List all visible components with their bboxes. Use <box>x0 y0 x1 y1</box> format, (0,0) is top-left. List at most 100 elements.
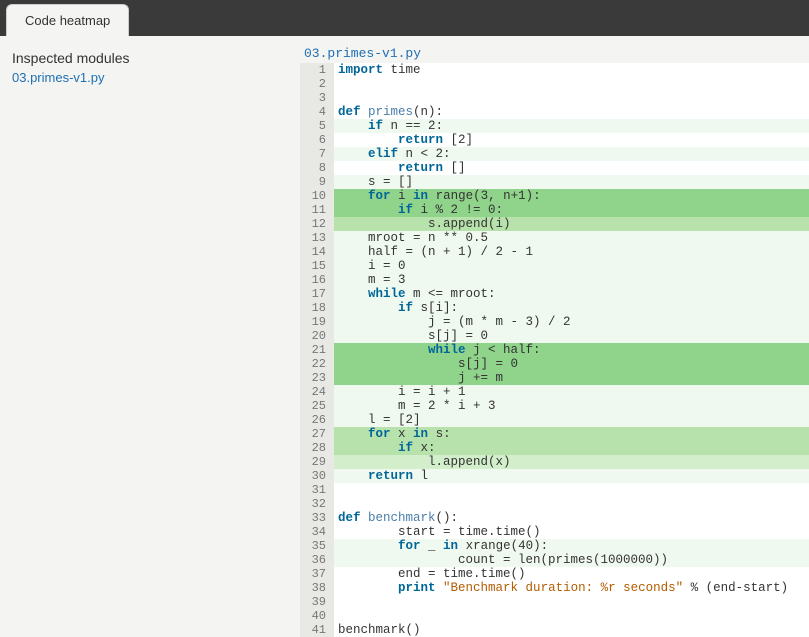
code-content: end = time.time() <box>334 567 809 581</box>
line-number: 40 <box>300 609 334 623</box>
code-line[interactable]: 32 <box>300 497 809 511</box>
code-line[interactable]: 35 for _ in xrange(40): <box>300 539 809 553</box>
code-line[interactable]: 31 <box>300 483 809 497</box>
line-number: 20 <box>300 329 334 343</box>
code-content: def benchmark(): <box>334 511 809 525</box>
line-number: 28 <box>300 441 334 455</box>
code-line[interactable]: 10 for i in range(3, n+1): <box>300 189 809 203</box>
code-content: benchmark() <box>334 623 809 637</box>
module-link[interactable]: 03.primes-v1.py <box>12 70 288 85</box>
line-number: 17 <box>300 287 334 301</box>
code-content: if x: <box>334 441 809 455</box>
line-number: 27 <box>300 427 334 441</box>
line-number: 5 <box>300 119 334 133</box>
code-line[interactable]: 30 return l <box>300 469 809 483</box>
code-line[interactable]: 18 if s[i]: <box>300 301 809 315</box>
code-line[interactable]: 17 while m <= mroot: <box>300 287 809 301</box>
code-content: if i % 2 != 0: <box>334 203 809 217</box>
code-line[interactable]: 40 <box>300 609 809 623</box>
code-line[interactable]: 28 if x: <box>300 441 809 455</box>
code-line[interactable]: 29 l.append(x) <box>300 455 809 469</box>
code-line[interactable]: 12 s.append(i) <box>300 217 809 231</box>
code-line[interactable]: 23 j += m <box>300 371 809 385</box>
code-line[interactable]: 8 return [] <box>300 161 809 175</box>
code-content: j = (m * m - 3) / 2 <box>334 315 809 329</box>
code-line[interactable]: 9 s = [] <box>300 175 809 189</box>
code-line[interactable]: 13 mroot = n ** 0.5 <box>300 231 809 245</box>
code-line[interactable]: 7 elif n < 2: <box>300 147 809 161</box>
line-number: 15 <box>300 259 334 273</box>
code-content: if s[i]: <box>334 301 809 315</box>
code-content: l = [2] <box>334 413 809 427</box>
code-line[interactable]: 11 if i % 2 != 0: <box>300 203 809 217</box>
line-number: 9 <box>300 175 334 189</box>
code-line[interactable]: 6 return [2] <box>300 133 809 147</box>
code-line[interactable]: 2 <box>300 77 809 91</box>
line-number: 18 <box>300 301 334 315</box>
line-number: 37 <box>300 567 334 581</box>
code-content <box>334 609 809 623</box>
line-number: 29 <box>300 455 334 469</box>
file-title[interactable]: 03.primes-v1.py <box>300 46 809 61</box>
line-number: 33 <box>300 511 334 525</box>
code-content: for x in s: <box>334 427 809 441</box>
code-line[interactable]: 22 s[j] = 0 <box>300 357 809 371</box>
code-line[interactable]: 34 start = time.time() <box>300 525 809 539</box>
code-line[interactable]: 1import time <box>300 63 809 77</box>
line-number: 26 <box>300 413 334 427</box>
code-content: m = 3 <box>334 273 809 287</box>
line-number: 4 <box>300 105 334 119</box>
line-number: 2 <box>300 77 334 91</box>
code-line[interactable]: 33def benchmark(): <box>300 511 809 525</box>
code-line[interactable]: 19 j = (m * m - 3) / 2 <box>300 315 809 329</box>
code-content: return [] <box>334 161 809 175</box>
code-content: half = (n + 1) / 2 - 1 <box>334 245 809 259</box>
line-number: 41 <box>300 623 334 637</box>
code-line[interactable]: 15 i = 0 <box>300 259 809 273</box>
line-number: 13 <box>300 231 334 245</box>
code-line[interactable]: 27 for x in s: <box>300 427 809 441</box>
top-bar: Code heatmap <box>0 0 809 36</box>
line-number: 12 <box>300 217 334 231</box>
code-line[interactable]: 41benchmark() <box>300 623 809 637</box>
line-number: 35 <box>300 539 334 553</box>
line-number: 3 <box>300 91 334 105</box>
code-content: print "Benchmark duration: %r seconds" %… <box>334 581 809 595</box>
sidebar-title: Inspected modules <box>12 50 288 66</box>
code-table: 1import time2 3 4def primes(n):5 if n ==… <box>300 63 809 637</box>
code-line[interactable]: 39 <box>300 595 809 609</box>
code-content: import time <box>334 63 809 77</box>
code-line[interactable]: 5 if n == 2: <box>300 119 809 133</box>
code-content: s.append(i) <box>334 217 809 231</box>
line-number: 21 <box>300 343 334 357</box>
code-content: for i in range(3, n+1): <box>334 189 809 203</box>
code-content: elif n < 2: <box>334 147 809 161</box>
code-content: j += m <box>334 371 809 385</box>
line-number: 34 <box>300 525 334 539</box>
code-line[interactable]: 37 end = time.time() <box>300 567 809 581</box>
line-number: 25 <box>300 399 334 413</box>
code-line[interactable]: 24 i = i + 1 <box>300 385 809 399</box>
line-number: 30 <box>300 469 334 483</box>
code-line[interactable]: 38 print "Benchmark duration: %r seconds… <box>300 581 809 595</box>
tab-code-heatmap[interactable]: Code heatmap <box>6 4 129 36</box>
line-number: 22 <box>300 357 334 371</box>
code-line[interactable]: 16 m = 3 <box>300 273 809 287</box>
line-number: 23 <box>300 371 334 385</box>
code-line[interactable]: 25 m = 2 * i + 3 <box>300 399 809 413</box>
code-line[interactable]: 36 count = len(primes(1000000)) <box>300 553 809 567</box>
code-line[interactable]: 26 l = [2] <box>300 413 809 427</box>
code-content: count = len(primes(1000000)) <box>334 553 809 567</box>
code-line[interactable]: 3 <box>300 91 809 105</box>
code-line[interactable]: 20 s[j] = 0 <box>300 329 809 343</box>
code-content: for _ in xrange(40): <box>334 539 809 553</box>
code-content: s[j] = 0 <box>334 329 809 343</box>
line-number: 19 <box>300 315 334 329</box>
sidebar: Inspected modules 03.primes-v1.py <box>0 36 300 633</box>
code-line[interactable]: 4def primes(n): <box>300 105 809 119</box>
code-content <box>334 77 809 91</box>
code-line[interactable]: 21 while j < half: <box>300 343 809 357</box>
code-content: return [2] <box>334 133 809 147</box>
code-line[interactable]: 14 half = (n + 1) / 2 - 1 <box>300 245 809 259</box>
code-content: m = 2 * i + 3 <box>334 399 809 413</box>
